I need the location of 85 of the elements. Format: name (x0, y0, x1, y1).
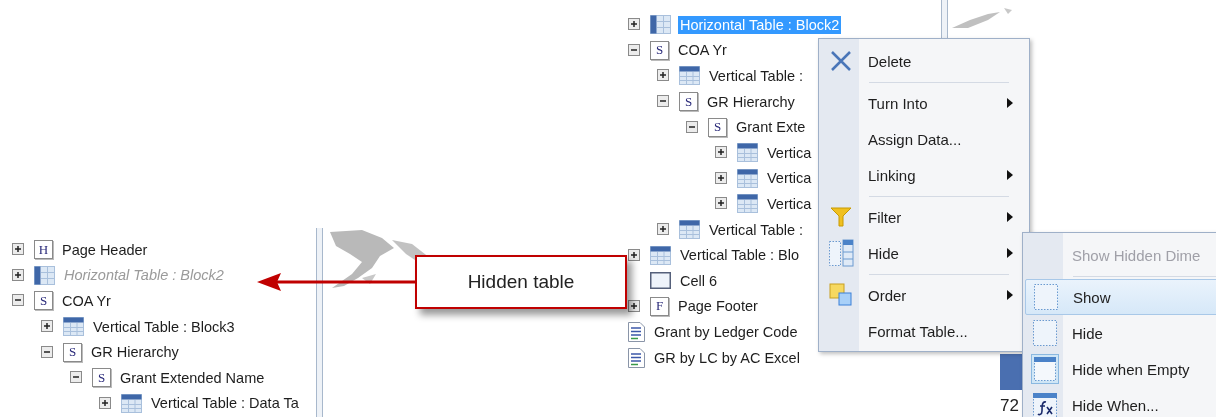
menu-item[interactable]: Order (821, 277, 1027, 313)
expand-icon[interactable] (99, 396, 111, 409)
tree-item[interactable]: Page Header (60, 240, 150, 259)
expand-icon[interactable] (12, 243, 24, 256)
menu-item[interactable]: Linking (821, 157, 1027, 193)
tree-item[interactable]: Vertical Table : Data Ta (149, 394, 301, 413)
table-icon (63, 317, 84, 337)
table-icon (650, 245, 671, 265)
collapse-icon[interactable] (41, 345, 53, 358)
submenu-arrow-icon (1007, 212, 1013, 222)
tree-item[interactable]: Cell 6 (678, 271, 720, 290)
tree-item[interactable]: COA Yr (60, 292, 113, 310)
expand-icon[interactable] (41, 320, 53, 333)
table-icon (679, 66, 700, 86)
tree-item[interactable]: Grant Exte (734, 118, 808, 137)
table-icon (679, 220, 700, 240)
menu-item[interactable]: Hide When... (1025, 387, 1216, 417)
section-icon: S (92, 368, 111, 388)
tree-item[interactable]: Grant by Ledger Code (652, 322, 800, 341)
cell-icon (650, 272, 671, 290)
layers-icon (829, 283, 853, 307)
callout: Hidden table (415, 255, 627, 309)
columns-icon (828, 239, 854, 267)
section-icon: S (708, 117, 727, 137)
collapse-icon[interactable] (70, 371, 82, 384)
section-icon: S (63, 342, 82, 362)
menu-item[interactable]: Delete (821, 43, 1027, 79)
submenu-arrow-icon (1007, 290, 1013, 300)
menu-item[interactable]: Hide (1025, 315, 1216, 351)
tree-item[interactable]: Vertica (765, 169, 814, 188)
section-icon: S (34, 291, 53, 311)
collapse-icon[interactable] (628, 43, 640, 56)
tree-item[interactable]: Vertical Table : (707, 67, 806, 85)
section-icon: F (650, 296, 669, 316)
dotted-frame-icon (1033, 283, 1059, 311)
tree-item[interactable]: COA Yr (676, 41, 729, 60)
expand-icon[interactable] (657, 69, 669, 82)
menu-item[interactable]: Show (1025, 279, 1216, 315)
filter-icon (830, 207, 852, 227)
tree-item[interactable]: Grant Extended Name (118, 368, 267, 387)
table-icon (34, 265, 55, 285)
submenu-arrow-icon (1007, 98, 1013, 108)
tree-item[interactable]: Vertical Table : Block3 (91, 317, 237, 336)
section-icon: S (650, 40, 669, 60)
submenu-arrow-icon (1007, 170, 1013, 180)
menu-item[interactable]: Assign Data... (821, 121, 1027, 157)
dotted-frame-icon (1032, 319, 1058, 347)
header-bar (1000, 354, 1022, 390)
menu-item[interactable]: Turn Into (821, 85, 1027, 121)
expand-icon[interactable] (715, 146, 727, 159)
document-icon (628, 347, 645, 368)
table-icon (737, 143, 758, 163)
splitter-bar[interactable] (316, 228, 323, 417)
tree-item[interactable]: GR Hierarchy (705, 92, 797, 111)
tree-item[interactable]: GR by LC by AC Excel (652, 348, 802, 367)
tree-item[interactable]: Page Footer (676, 297, 760, 316)
table-icon (121, 393, 142, 413)
menu-item[interactable]: Hide when Empty (1025, 351, 1216, 387)
menu-item[interactable]: Hide (821, 235, 1027, 271)
expand-icon[interactable] (715, 197, 727, 210)
expand-icon[interactable] (715, 171, 727, 184)
collapse-icon[interactable] (686, 120, 698, 133)
collapse-icon[interactable] (657, 95, 669, 108)
close-icon (830, 50, 852, 72)
table-icon (1031, 354, 1059, 384)
expand-icon[interactable] (628, 299, 640, 312)
expand-icon[interactable] (12, 268, 24, 281)
expand-icon[interactable] (628, 18, 640, 31)
submenu-arrow-icon (1007, 248, 1013, 258)
cell-text: 72 (1000, 396, 1019, 416)
tree-item[interactable]: Vertical Table : (707, 220, 806, 239)
document-icon (628, 321, 645, 342)
section-icon: S (679, 92, 698, 112)
collapse-icon[interactable] (12, 294, 24, 307)
tree-item[interactable]: GR Hierarchy (89, 343, 181, 362)
menu-item[interactable]: Filter (821, 199, 1027, 235)
section-icon: H (34, 240, 53, 260)
tree-item[interactable]: Vertica (765, 194, 814, 213)
table-icon (737, 194, 758, 214)
table-icon (737, 168, 758, 188)
table-icon (650, 15, 671, 35)
tree-item[interactable]: Vertica (765, 143, 814, 162)
expand-icon[interactable] (628, 248, 640, 261)
tree-item[interactable]: Vertical Table : Blo (678, 246, 802, 265)
expand-icon[interactable] (657, 223, 669, 236)
